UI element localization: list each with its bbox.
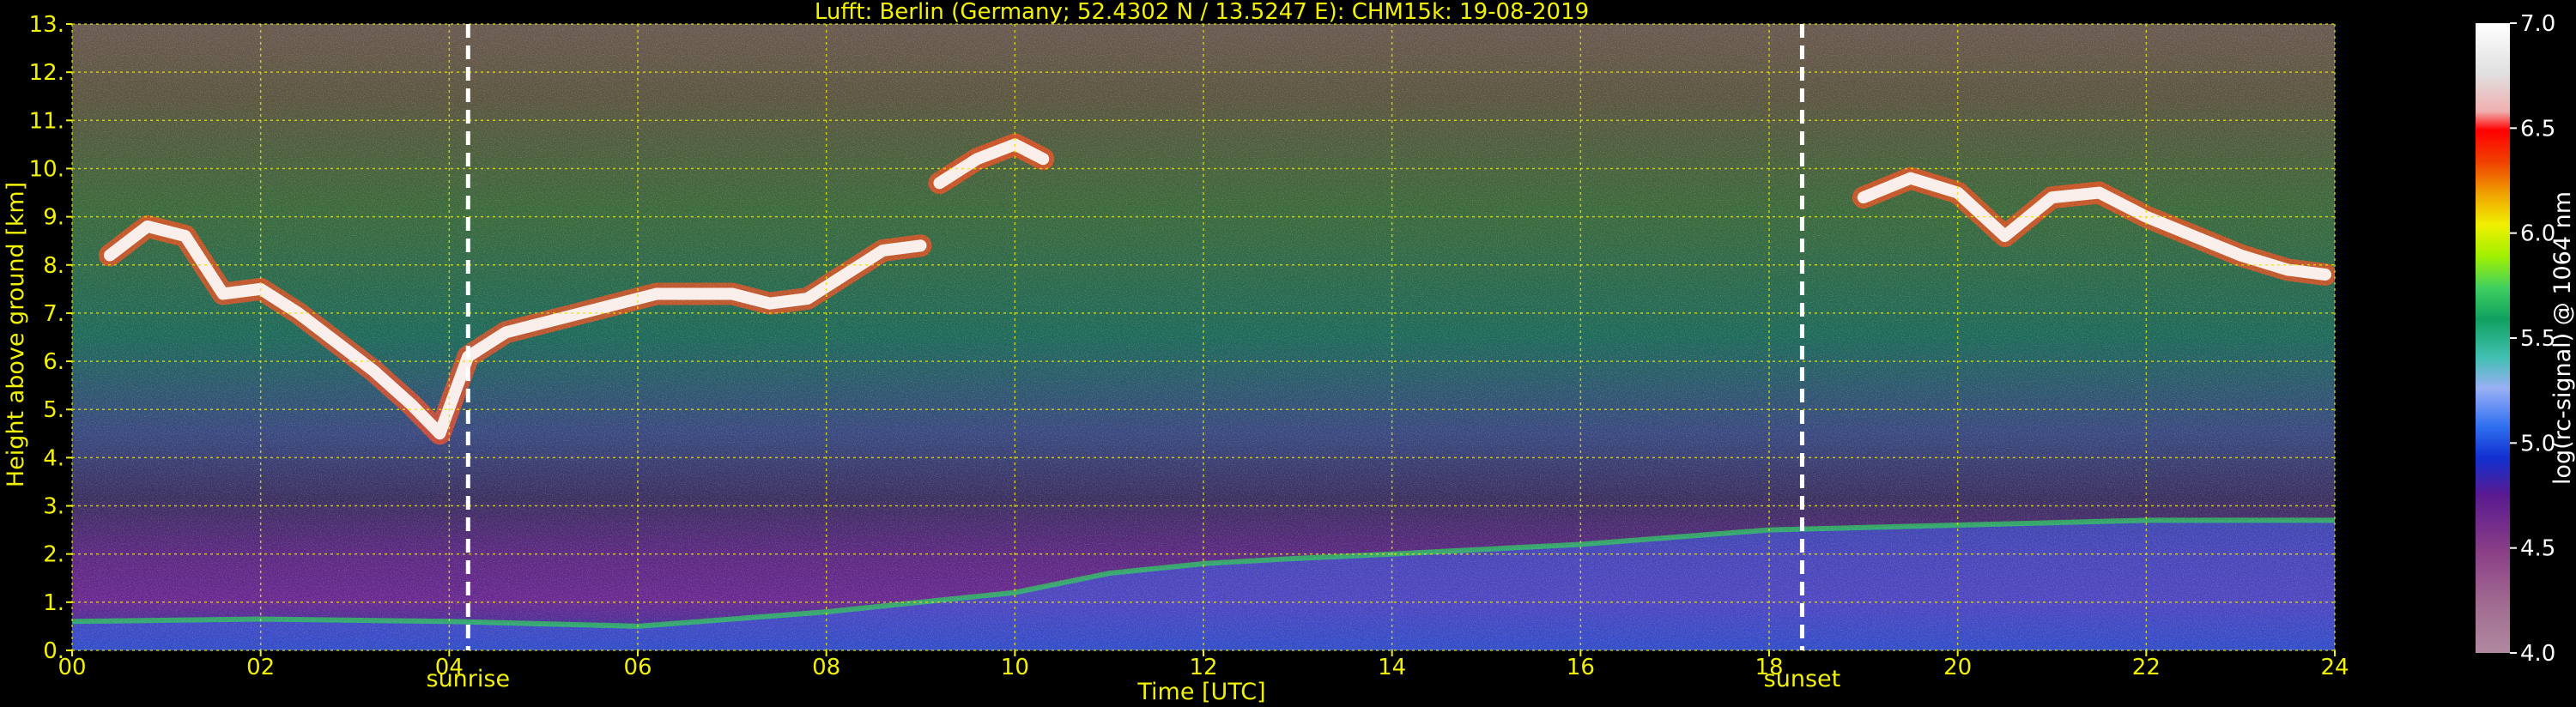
x-tick-label: 12 <box>1189 655 1217 680</box>
x-tick-label: 18 <box>1755 655 1783 680</box>
x-tick-label: 24 <box>2320 655 2349 680</box>
y-tick-label: 7. <box>43 301 64 327</box>
y-tick-label: 12. <box>29 60 64 86</box>
y-tick-label: 1. <box>43 590 64 616</box>
y-tick-label: 13. <box>29 12 64 38</box>
colorbar: 4.04.55.05.56.06.57.0 log(rc-signal) @ 1… <box>2476 11 2576 667</box>
y-tick-label: 8. <box>43 253 64 279</box>
y-tick-label: 4. <box>43 445 64 471</box>
x-tick-label: 10 <box>1001 655 1029 680</box>
x-tick-label: 02 <box>246 655 275 680</box>
lidar-backscatter-chart: sunrise sunset 00 02 04 06 08 10 12 14 16 18 20 22 24… <box>3 0 2576 705</box>
y-tick-label: 9. <box>43 205 64 231</box>
y-tick-label: 0. <box>43 638 64 664</box>
y-tick-label: 11. <box>29 108 64 134</box>
x-axis-label: Time [UTC] <box>1136 679 1265 705</box>
x-tick-label: 08 <box>812 655 840 680</box>
colorbar-tick-label: 7.0 <box>2520 11 2555 37</box>
colorbar-tick-label: 4.0 <box>2520 641 2555 667</box>
y-tick-label: 5. <box>43 397 64 423</box>
x-tick-label: 06 <box>623 655 652 680</box>
colorbar-tick-label: 6.5 <box>2520 116 2555 142</box>
plot-area: sunrise sunset <box>71 23 2336 692</box>
x-tick-label: 04 <box>435 655 464 680</box>
x-axis-ticks: 00 02 04 06 08 10 12 14 16 18 20 22 24 <box>58 650 2349 680</box>
x-tick-label: 14 <box>1378 655 1406 680</box>
y-tick-label: 3. <box>43 494 64 520</box>
colorbar-scale <box>2476 23 2510 653</box>
x-tick-label: 22 <box>2132 655 2161 680</box>
x-tick-label: 20 <box>1943 655 1972 680</box>
y-tick-label: 10. <box>29 156 64 182</box>
colorbar-tick-label: 4.5 <box>2520 536 2555 562</box>
y-axis-ticks: 0. 1. 2. 3. 4. 5. 6. 7. 8. 9. 10. 11. 12. 13. <box>29 12 72 664</box>
y-tick-label: 2. <box>43 542 64 568</box>
y-tick-label: 6. <box>43 349 64 375</box>
chart-title: Lufft: Berlin (Germany; 52.4302 N / 13.5… <box>815 0 1589 25</box>
colorbar-label: log(rc-signal) @ 1064 nm <box>2549 191 2576 485</box>
y-axis-label: Height above ground [km] <box>3 182 29 487</box>
x-tick-label: 16 <box>1567 655 1595 680</box>
